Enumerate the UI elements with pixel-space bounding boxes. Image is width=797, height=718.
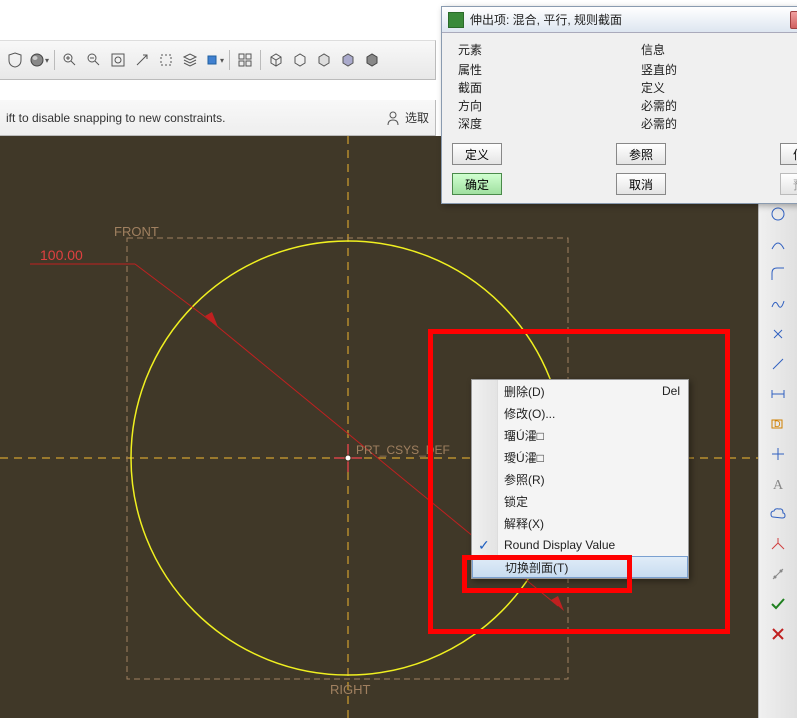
person-icon — [385, 110, 401, 126]
tool-arrow[interactable] — [131, 49, 153, 71]
element-item[interactable]: 截面 — [458, 79, 641, 97]
select-label[interactable]: 选取 — [405, 109, 429, 126]
ctx-item-3[interactable]: 璢Ú瀖□ — [472, 424, 688, 446]
ctx-lock[interactable]: 锁定 — [472, 490, 688, 512]
tool-box-1[interactable] — [265, 49, 287, 71]
separator — [260, 50, 261, 70]
tool-flag-icon[interactable]: D — [765, 412, 791, 436]
dialog-titlebar[interactable]: 伸出项: 混合, 平行, 规则截面 × — [442, 7, 797, 33]
tool-zoom-in[interactable] — [59, 49, 81, 71]
info-bar: ift to disable snapping to new constrain… — [0, 100, 436, 136]
tool-text-icon[interactable]: A — [765, 472, 791, 496]
separator — [54, 50, 55, 70]
ctx-explain[interactable]: 解释(X) — [472, 512, 688, 534]
tool-zoom-out[interactable] — [83, 49, 105, 71]
csys-label: PRT_CSYS_DEF — [356, 443, 450, 457]
tool-line-icon[interactable] — [765, 352, 791, 376]
preview-button: 预览 — [780, 173, 797, 195]
ctx-reference[interactable]: 参照(R) — [472, 468, 688, 490]
dialog-icon — [448, 12, 464, 28]
tool-rect-dash[interactable] — [155, 49, 177, 71]
ctx-item-4[interactable]: 璦Ú瀖□ — [472, 446, 688, 468]
element-item[interactable]: 方向 — [458, 97, 641, 115]
info-item: 定义 — [641, 79, 797, 97]
tool-cube-fill[interactable]: ▾ — [203, 49, 225, 71]
tool-cancel-icon[interactable] — [765, 622, 791, 646]
tool-coord-icon[interactable] — [765, 442, 791, 466]
dialog-title: 伸出项: 混合, 平行, 规则截面 — [470, 11, 790, 28]
tool-fillet-icon[interactable] — [765, 262, 791, 286]
ok-button[interactable]: 确定 — [452, 173, 502, 195]
close-button[interactable]: × — [790, 11, 797, 29]
info-button[interactable]: 信息 — [780, 143, 797, 165]
col-element-header: 元素 — [458, 41, 641, 59]
ctx-modify[interactable]: 修改(O)... — [472, 402, 688, 424]
info-item: 必需的 — [641, 97, 797, 115]
tool-spline-icon[interactable] — [765, 292, 791, 316]
tool-zoom-box[interactable] — [107, 49, 129, 71]
tool-arc-icon[interactable] — [765, 232, 791, 256]
info-item: 必需的 — [641, 115, 797, 133]
element-item[interactable]: 深度 — [458, 115, 641, 133]
tool-circle-icon[interactable] — [765, 202, 791, 226]
reference-button[interactable]: 参照 — [616, 143, 666, 165]
tool-trim-icon[interactable] — [765, 532, 791, 556]
cancel-button[interactable]: 取消 — [616, 173, 666, 195]
ctx-toggle-section[interactable]: 切换剖面(T) — [472, 556, 688, 578]
context-menu: 删除(D)Del 修改(O)... 璢Ú瀖□ 璦Ú瀖□ 参照(R) 锁定 解释(… — [471, 379, 689, 579]
plane-front-label: FRONT — [114, 224, 159, 239]
define-button[interactable]: 定义 — [452, 143, 502, 165]
ctx-delete[interactable]: 删除(D)Del — [472, 380, 688, 402]
blend-dialog: 伸出项: 混合, 平行, 规则截面 × 元素 属性 截面 方向 深度 信息 竖直… — [441, 6, 797, 204]
tool-grid[interactable] — [234, 49, 256, 71]
ctx-round-display[interactable]: ✓Round Display Value — [472, 534, 688, 556]
top-toolbar: ▾ ▾ — [0, 40, 436, 80]
tool-dim-icon[interactable] — [765, 382, 791, 406]
separator — [229, 50, 230, 70]
tool-check-icon[interactable] — [765, 592, 791, 616]
tool-shield[interactable] — [4, 49, 26, 71]
info-text: ift to disable snapping to new constrain… — [6, 111, 225, 125]
radius-dimension[interactable]: 100.00 — [40, 247, 83, 263]
tool-cloud-icon[interactable] — [765, 502, 791, 526]
tool-box-5[interactable] — [361, 49, 383, 71]
tool-sphere[interactable]: ▾ — [28, 49, 50, 71]
tool-slash-icon[interactable] — [765, 562, 791, 586]
svg-text:A: A — [773, 478, 784, 493]
info-item: 竖直的 — [641, 61, 797, 79]
col-info-header: 信息 — [641, 41, 797, 59]
tool-box-2[interactable] — [289, 49, 311, 71]
tool-point-icon[interactable] — [765, 322, 791, 346]
right-toolbar: D A — [758, 136, 797, 718]
check-icon: ✓ — [478, 537, 490, 554]
plane-right-label: RIGHT — [330, 682, 371, 697]
tool-box-4[interactable] — [337, 49, 359, 71]
tool-box-3[interactable] — [313, 49, 335, 71]
element-item[interactable]: 属性 — [458, 61, 641, 79]
svg-text:D: D — [774, 419, 781, 429]
tool-layers[interactable] — [179, 49, 201, 71]
